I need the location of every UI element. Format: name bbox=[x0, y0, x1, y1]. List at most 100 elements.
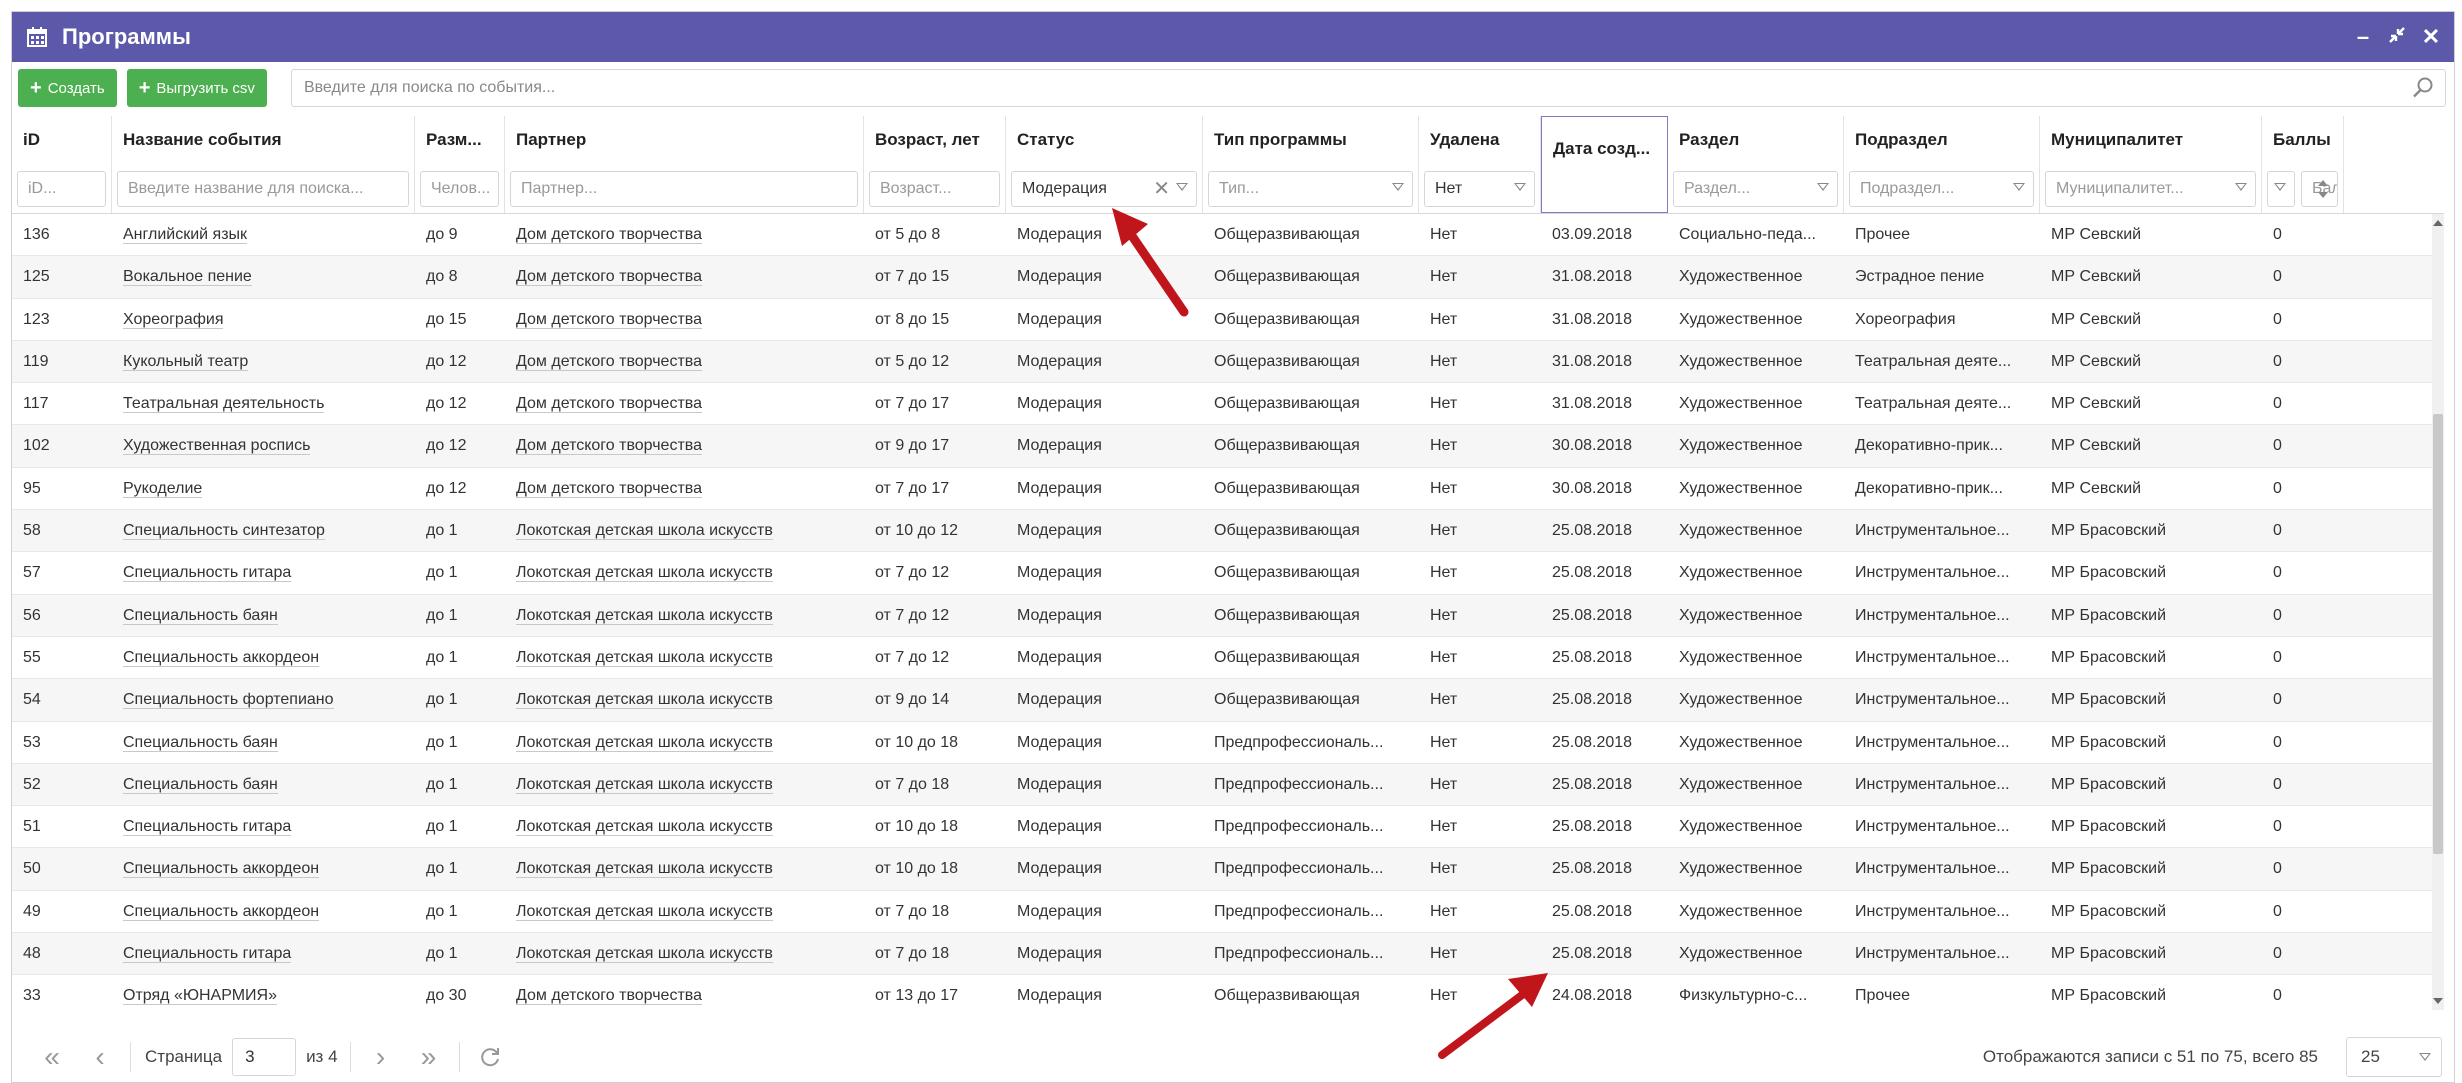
column-header-age[interactable]: Возраст, лет bbox=[864, 116, 1006, 164]
table-row[interactable]: 58 Специальность синтезатор до 1 Локотская … bbox=[12, 510, 2444, 553]
table-row[interactable]: 33 Отряд «ЮНАРМИЯ» до 30 Дом детского творч… bbox=[12, 975, 2444, 1010]
table-row[interactable]: 53 Специальность баян до 1 Локотская детска… bbox=[12, 722, 2444, 764]
event-search-input[interactable] bbox=[291, 70, 2411, 106]
filter-score-field[interactable]: Балл bbox=[2301, 170, 2338, 207]
table-row[interactable]: 56 Специальность баян до 1 Локотская детска… bbox=[12, 594, 2444, 637]
cell-partner[interactable]: Локотская детская школа искусств bbox=[505, 637, 864, 678]
filter-subsection-field[interactable]: Подраздел... bbox=[1849, 170, 2034, 207]
cell-name[interactable]: Специальность баян bbox=[112, 722, 415, 763]
filter-status-field[interactable]: Модерация ✕ bbox=[1011, 170, 1197, 207]
filter-partner-field[interactable]: Партнер... bbox=[510, 170, 858, 207]
spinner-icon[interactable] bbox=[2317, 178, 2329, 200]
chevron-down-icon[interactable] bbox=[1392, 182, 1404, 191]
cell-partner[interactable]: Локотская детская школа искусств bbox=[505, 764, 864, 805]
cell-name[interactable]: Хореография bbox=[112, 299, 415, 340]
collapse-icon[interactable] bbox=[2386, 26, 2408, 48]
cell-name[interactable]: Художественная роспись bbox=[112, 425, 415, 466]
cell-name[interactable]: Рукоделие bbox=[112, 468, 415, 509]
chevron-down-icon[interactable] bbox=[1514, 182, 1526, 191]
cell-name[interactable]: Отряд «ЮНАРМИЯ» bbox=[112, 975, 415, 1010]
cell-name[interactable]: Кукольный театр bbox=[112, 341, 415, 382]
cell-name[interactable]: Специальность фортепиано bbox=[112, 679, 415, 720]
score-operator-select[interactable] bbox=[2267, 170, 2295, 207]
column-header-size[interactable]: Разм... bbox=[415, 116, 505, 164]
filter-municipality-field[interactable]: Муниципалитет... bbox=[2045, 170, 2256, 207]
scroll-up-icon[interactable] bbox=[2433, 220, 2443, 226]
table-row[interactable]: 49 Специальность аккордеон до 1 Локотская д… bbox=[12, 891, 2444, 934]
filter-size-field[interactable]: Челов... bbox=[420, 170, 499, 207]
filter-type-field[interactable]: Тип... bbox=[1208, 170, 1413, 207]
cell-partner[interactable]: Локотская детская школа искусств bbox=[505, 679, 864, 720]
filter-age-field[interactable]: Возраст... bbox=[869, 170, 1000, 207]
table-row[interactable]: 123 Хореография до 15 Дом детского творчест… bbox=[12, 299, 2444, 341]
cell-partner[interactable]: Дом детского творчества bbox=[505, 341, 864, 382]
cell-partner[interactable]: Локотская детская школа искусств bbox=[505, 891, 864, 932]
last-page-icon[interactable]: » bbox=[411, 1039, 447, 1075]
cell-name[interactable]: Специальность баян bbox=[112, 764, 415, 805]
cell-name[interactable]: Специальность аккордеон bbox=[112, 637, 415, 678]
column-header-name[interactable]: Название события bbox=[112, 116, 415, 164]
cell-partner[interactable]: Локотская детская школа искусств bbox=[505, 806, 864, 847]
chevron-down-icon[interactable] bbox=[1176, 182, 1188, 191]
scroll-down-icon[interactable] bbox=[2433, 998, 2443, 1004]
column-header-subsection[interactable]: Подраздел bbox=[1844, 116, 2040, 164]
cell-name[interactable]: Специальность аккордеон bbox=[112, 891, 415, 932]
refresh-icon[interactable] bbox=[472, 1039, 508, 1075]
cell-name[interactable]: Специальность гитара bbox=[112, 933, 415, 974]
prev-page-icon[interactable]: ‹ bbox=[82, 1039, 118, 1075]
minimize-icon[interactable]: – bbox=[2352, 26, 2374, 48]
column-header-section[interactable]: Раздел bbox=[1668, 116, 1844, 164]
table-row[interactable]: 125 Вокальное пение до 8 Дом детского творч… bbox=[12, 256, 2444, 299]
chevron-down-icon[interactable] bbox=[2013, 182, 2025, 191]
cell-partner[interactable]: Локотская детская школа искусств bbox=[505, 510, 864, 551]
table-row[interactable]: 57 Специальность гитара до 1 Локотская детс… bbox=[12, 552, 2444, 595]
chevron-down-icon[interactable] bbox=[2235, 182, 2247, 191]
cell-name[interactable]: Специальность гитара bbox=[112, 806, 415, 847]
cell-partner[interactable]: Дом детского творчества bbox=[505, 256, 864, 297]
cell-partner[interactable]: Дом детского творчества bbox=[505, 383, 864, 424]
cell-partner[interactable]: Локотская детская школа искусств bbox=[505, 848, 864, 889]
cell-name[interactable]: Театральная деятельность bbox=[112, 383, 415, 424]
column-header-deleted[interactable]: Удалена bbox=[1419, 116, 1541, 164]
table-row[interactable]: 119 Кукольный театр до 12 Дом детского твор… bbox=[12, 340, 2444, 384]
table-row[interactable]: 95 Рукоделие до 12 Дом детского творчества о… bbox=[12, 468, 2444, 511]
scrollbar-thumb[interactable] bbox=[2433, 414, 2443, 854]
filter-id-field[interactable]: iD... bbox=[17, 170, 106, 207]
column-header-id[interactable]: iD bbox=[12, 116, 112, 164]
filter-deleted-field[interactable]: Нет bbox=[1424, 170, 1535, 207]
column-header-date[interactable]: Дата созд... bbox=[1541, 116, 1668, 164]
cell-partner[interactable]: Локотская детская школа искусств bbox=[505, 552, 864, 593]
cell-partner[interactable]: Локотская детская школа искусств bbox=[505, 722, 864, 763]
cell-name[interactable]: Специальность аккордеон bbox=[112, 848, 415, 889]
first-page-icon[interactable]: « bbox=[34, 1039, 70, 1075]
cell-partner[interactable]: Дом детского творчества bbox=[505, 299, 864, 340]
column-header-municipality[interactable]: Муниципалитет bbox=[2040, 116, 2262, 164]
column-header-type[interactable]: Тип программы bbox=[1203, 116, 1419, 164]
table-row[interactable]: 117 Театральная деятельность до 12 Дом детс… bbox=[12, 383, 2444, 426]
column-header-partner[interactable]: Партнер bbox=[505, 116, 864, 164]
next-page-icon[interactable]: › bbox=[363, 1039, 399, 1075]
cell-partner[interactable]: Дом детского творчества bbox=[505, 975, 864, 1010]
cell-name[interactable]: Вокальное пение bbox=[112, 256, 415, 297]
vertical-scrollbar[interactable] bbox=[2432, 214, 2444, 1010]
filter-section-field[interactable]: Раздел... bbox=[1673, 170, 1838, 207]
chevron-down-icon[interactable] bbox=[1817, 182, 1829, 191]
column-header-score[interactable]: Баллы bbox=[2262, 116, 2344, 164]
close-icon[interactable]: ✕ bbox=[2420, 26, 2442, 48]
export-csv-button[interactable]: + Выгрузить csv bbox=[126, 69, 267, 107]
cell-partner[interactable]: Дом детского творчества bbox=[505, 468, 864, 509]
table-row[interactable]: 54 Специальность фортепиано до 1 Локотская … bbox=[12, 679, 2444, 722]
cell-name[interactable]: Специальность гитара bbox=[112, 552, 415, 593]
filter-name-field[interactable]: Введите название для поиска... bbox=[117, 170, 409, 207]
table-row[interactable]: 55 Специальность аккордеон до 1 Локотская д… bbox=[12, 637, 2444, 680]
cell-partner[interactable]: Дом детского творчества bbox=[505, 214, 864, 255]
cell-partner[interactable]: Дом детского творчества bbox=[505, 425, 864, 466]
cell-name[interactable]: Специальность баян bbox=[112, 595, 415, 636]
cell-partner[interactable]: Локотская детская школа искусств bbox=[505, 933, 864, 974]
search-icon[interactable] bbox=[2411, 76, 2435, 100]
table-row[interactable]: 50 Специальность аккордеон до 1 Локотская д… bbox=[12, 848, 2444, 891]
page-size-select[interactable]: 25 bbox=[2346, 1037, 2442, 1077]
create-button[interactable]: + Создать bbox=[18, 69, 117, 107]
table-row[interactable]: 52 Специальность баян до 1 Локотская детска… bbox=[12, 763, 2444, 807]
cell-partner[interactable]: Локотская детская школа искусств bbox=[505, 595, 864, 636]
